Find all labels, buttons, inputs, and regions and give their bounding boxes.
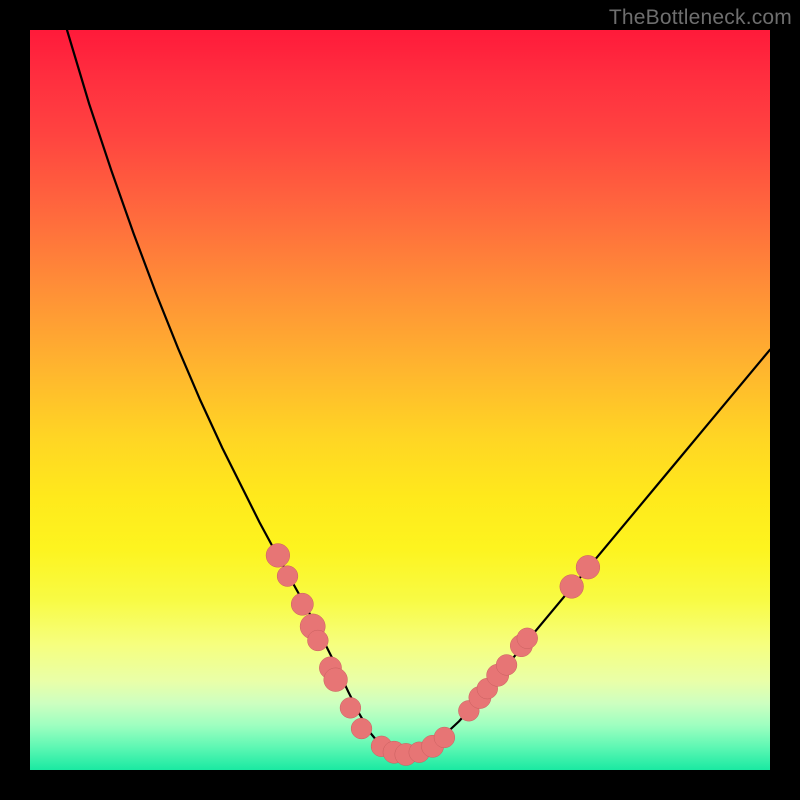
data-dot	[308, 630, 329, 651]
data-dots	[266, 544, 600, 766]
data-dot	[560, 575, 584, 599]
bottleneck-curve	[67, 30, 770, 755]
data-dot	[291, 593, 313, 615]
data-dot	[351, 718, 372, 739]
data-dot	[576, 555, 600, 579]
data-dot	[266, 544, 290, 568]
chart-frame: TheBottleneck.com	[0, 0, 800, 800]
chart-overlay	[30, 30, 770, 770]
data-dot	[324, 668, 348, 692]
data-dot	[277, 566, 298, 587]
data-dot	[496, 655, 517, 676]
data-dot	[340, 697, 361, 718]
watermark-text: TheBottleneck.com	[609, 6, 792, 30]
data-dot	[517, 628, 538, 649]
data-dot	[434, 727, 455, 748]
